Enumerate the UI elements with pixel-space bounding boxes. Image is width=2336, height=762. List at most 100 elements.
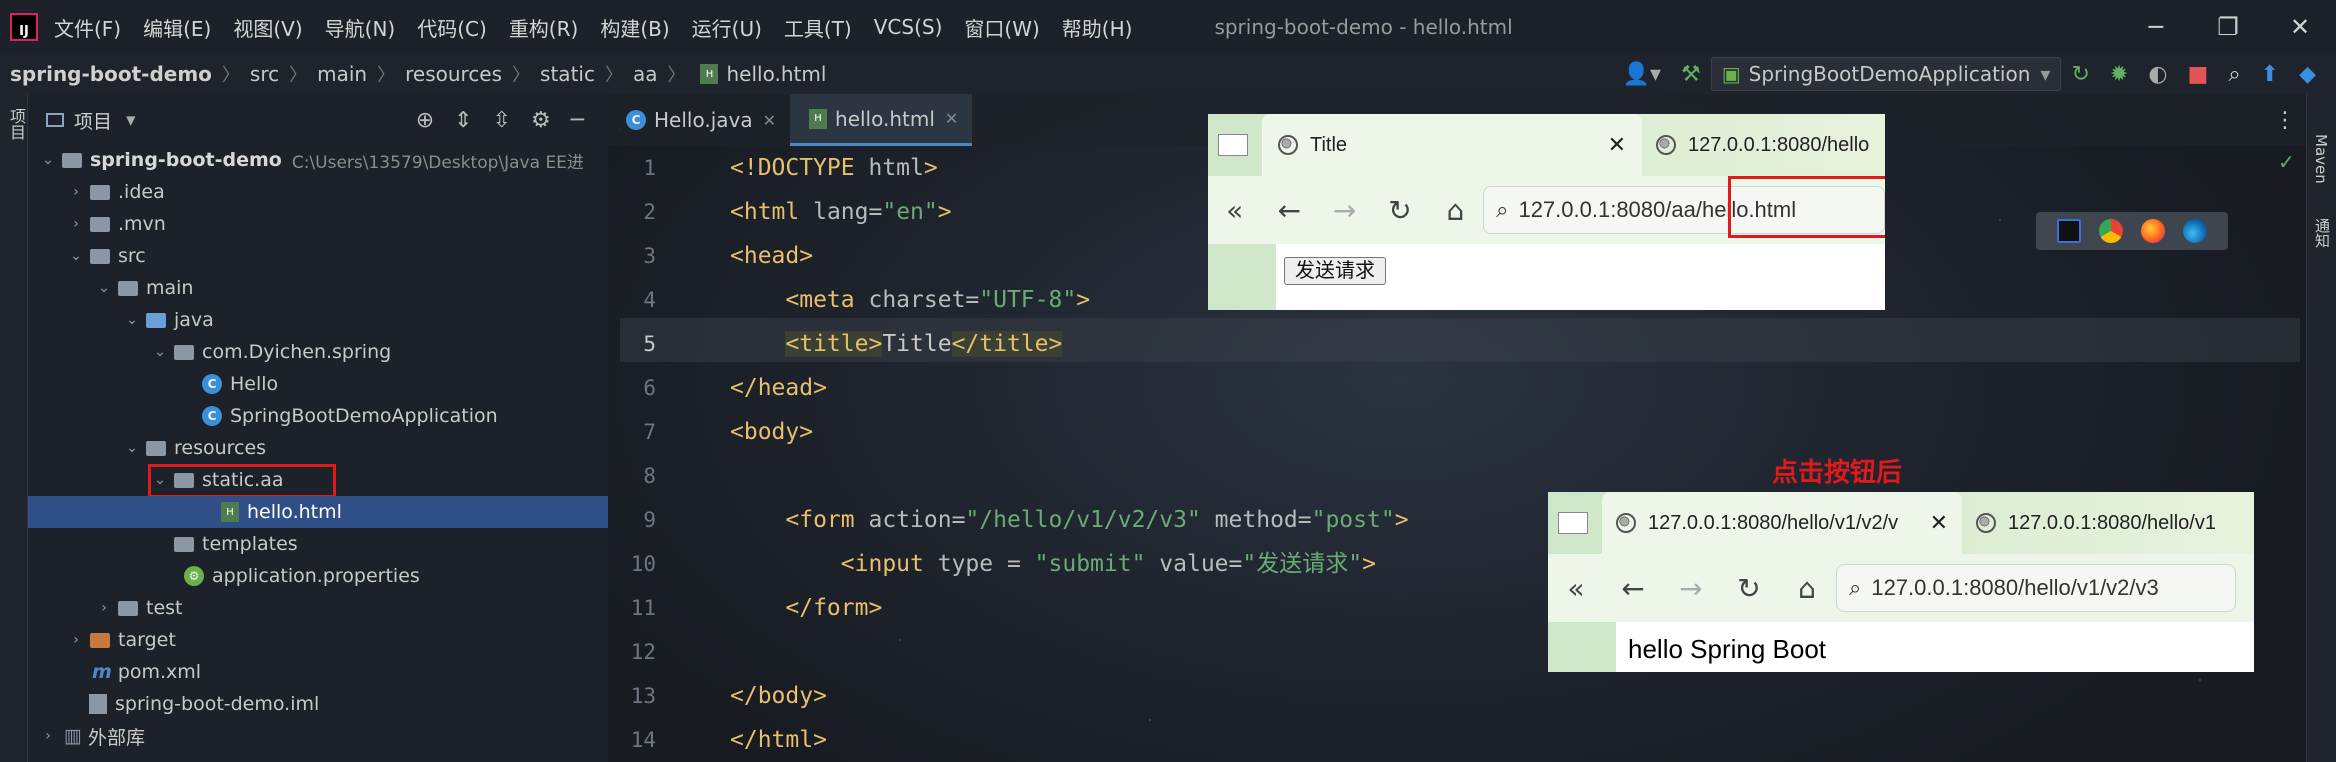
tree-item-package[interactable]: ⌄ com.Dyichen.spring xyxy=(28,336,608,368)
refresh-icon[interactable]: ↻ xyxy=(1720,572,1778,605)
collapse-sidebar-icon[interactable]: « xyxy=(1208,194,1262,227)
ide-logo-icon[interactable]: ◆ xyxy=(2299,62,2316,87)
chevron-right-icon[interactable]: › xyxy=(94,600,114,616)
chevron-down-icon[interactable]: ⌄ xyxy=(94,280,114,296)
breadcrumb-static[interactable]: static xyxy=(540,62,595,86)
project-tool-button[interactable]: 项目 xyxy=(4,108,28,140)
code-line[interactable]: </body> xyxy=(730,674,827,718)
browser-tab-other[interactable]: 127.0.0.1:8080/hello/v1 xyxy=(1962,492,2230,554)
menu-tools[interactable]: 工具(T) xyxy=(784,13,852,42)
menu-vcs[interactable]: VCS(S) xyxy=(874,15,943,39)
tree-item-target[interactable]: › target xyxy=(28,624,608,656)
rerun-icon[interactable]: ↻ xyxy=(2071,62,2089,87)
browser-tab-active[interactable]: Title ✕ xyxy=(1262,114,1642,176)
menu-view[interactable]: 视图(V) xyxy=(233,13,302,42)
menu-file[interactable]: 文件(F) xyxy=(54,13,121,42)
tree-item-idea[interactable]: › .idea xyxy=(28,176,608,208)
code-line[interactable]: <!DOCTYPE html> xyxy=(730,146,938,190)
tree-item-test[interactable]: › test xyxy=(28,592,608,624)
tree-item-java[interactable]: ⌄ java xyxy=(28,304,608,336)
tree-item-src[interactable]: ⌄ src xyxy=(28,240,608,272)
menu-edit[interactable]: 编辑(E) xyxy=(143,13,211,42)
browser-tab-active[interactable]: 127.0.0.1:8080/hello/v1/v2/v ✕ xyxy=(1602,492,1962,554)
code-line[interactable]: <input type = "submit" value="发送请求"> xyxy=(730,542,1376,586)
close-tab-icon[interactable]: ✕ xyxy=(945,109,958,128)
breadcrumb-file[interactable]: hello.html xyxy=(726,62,826,86)
locate-icon[interactable]: ⊕ xyxy=(416,108,434,133)
tree-item-app-properties[interactable]: ⚙ application.properties xyxy=(28,560,608,592)
menu-refactor[interactable]: 重构(R) xyxy=(509,13,579,42)
edge-icon[interactable] xyxy=(2183,219,2207,243)
code-line[interactable]: </html> xyxy=(730,718,827,762)
home-icon[interactable]: ⌂ xyxy=(1778,572,1836,605)
chevron-down-icon[interactable]: ⌄ xyxy=(122,312,142,328)
menu-code[interactable]: 代码(C) xyxy=(417,13,487,42)
close-tab-icon[interactable]: ✕ xyxy=(1608,132,1626,158)
back-icon[interactable]: ← xyxy=(1262,194,1317,227)
address-bar[interactable]: ⌕ 127.0.0.1:8080/hello/v1/v2/v3 xyxy=(1836,564,2236,612)
code-line[interactable]: <body> xyxy=(730,410,813,454)
chevron-right-icon[interactable]: › xyxy=(66,216,86,232)
update-icon[interactable]: ⬆ xyxy=(2261,62,2279,87)
minimize-icon[interactable]: ─ xyxy=(2120,13,2192,41)
breadcrumb-aa[interactable]: aa xyxy=(633,62,658,86)
close-tab-icon[interactable]: ✕ xyxy=(763,111,776,130)
menu-help[interactable]: 帮助(H) xyxy=(1062,13,1133,42)
chevron-right-icon[interactable]: › xyxy=(66,632,86,648)
refresh-icon[interactable]: ↻ xyxy=(1372,194,1427,227)
user-icon[interactable]: 👤▾ xyxy=(1623,62,1661,87)
collapse-all-icon[interactable]: ⇳ xyxy=(493,108,511,133)
intellij-browser-icon[interactable] xyxy=(2057,219,2081,243)
tree-item-hello-class[interactable]: C Hello xyxy=(28,368,608,400)
tree-item-app-class[interactable]: C SpringBootDemoApplication xyxy=(28,400,608,432)
breadcrumb-src[interactable]: src xyxy=(250,62,279,86)
code-line[interactable]: </head> xyxy=(730,366,827,410)
expand-all-icon[interactable]: ⇕ xyxy=(454,108,472,133)
send-request-button[interactable]: 发送请求 xyxy=(1284,257,1386,285)
tab-hello-html[interactable]: H hello.html ✕ xyxy=(790,94,973,146)
chevron-down-icon[interactable]: ⌄ xyxy=(38,152,58,168)
menu-navigate[interactable]: 导航(N) xyxy=(325,13,396,42)
project-panel-title[interactable]: 项目 xyxy=(74,107,112,134)
sidebar-toggle-icon[interactable] xyxy=(1218,134,1248,156)
close-tab-icon[interactable]: ✕ xyxy=(1930,510,1948,536)
restore-icon[interactable]: ❐ xyxy=(2192,13,2264,41)
tab-hello-java[interactable]: C Hello.java ✕ xyxy=(608,94,790,146)
notifications-tool-button[interactable]: 通知 xyxy=(2312,218,2333,248)
chevron-down-icon[interactable]: ⌄ xyxy=(150,344,170,360)
menu-window[interactable]: 窗口(W) xyxy=(964,13,1039,42)
home-icon[interactable]: ⌂ xyxy=(1428,194,1483,227)
menu-run[interactable]: 运行(U) xyxy=(692,13,762,42)
build-hammer-icon[interactable]: ⚒ xyxy=(1681,62,1701,87)
debug-icon[interactable]: ✹ xyxy=(2110,62,2128,87)
tree-item-pom[interactable]: m pom.xml xyxy=(28,656,608,688)
hide-panel-icon[interactable]: ─ xyxy=(571,108,584,133)
breadcrumb-main[interactable]: main xyxy=(317,62,367,86)
forward-icon[interactable]: → xyxy=(1317,194,1372,227)
chevron-right-icon[interactable]: › xyxy=(38,728,58,744)
breadcrumb-project[interactable]: spring-boot-demo xyxy=(10,62,212,86)
intellij-logo-icon[interactable]: IJ xyxy=(10,13,38,41)
tree-item-templates[interactable]: templates xyxy=(28,528,608,560)
maven-tool-button[interactable]: Maven xyxy=(2312,134,2330,184)
stop-icon[interactable]: ■ xyxy=(2188,62,2209,87)
run-configuration-dropdown[interactable]: ▣ SpringBootDemoApplication ▾ xyxy=(1710,57,2062,91)
forward-icon[interactable]: → xyxy=(1662,572,1720,605)
tree-item-iml[interactable]: spring-boot-demo.iml xyxy=(28,688,608,720)
chrome-icon[interactable] xyxy=(2099,219,2123,243)
code-line[interactable]: <head> xyxy=(730,234,813,278)
sidebar-toggle-icon[interactable] xyxy=(1558,512,1588,534)
code-line[interactable]: <form action="/hello/v1/v2/v3" method="p… xyxy=(730,498,1408,542)
menu-build[interactable]: 构建(B) xyxy=(600,13,669,42)
tree-item-resources[interactable]: ⌄ resources xyxy=(28,432,608,464)
close-window-icon[interactable]: ✕ xyxy=(2264,13,2336,41)
tree-item-mvn[interactable]: › .mvn xyxy=(28,208,608,240)
chevron-down-icon[interactable]: ⌄ xyxy=(66,248,86,264)
tree-item-project-root[interactable]: ⌄ spring-boot-demo C:\Users\13579\Deskto… xyxy=(28,144,608,176)
chevron-down-icon[interactable]: ⌄ xyxy=(122,440,142,456)
code-line[interactable]: <title>Title</title> xyxy=(730,322,1063,366)
coverage-icon[interactable]: ◐ xyxy=(2148,62,2167,87)
code-line[interactable]: </form> xyxy=(730,586,882,630)
tree-item-hello-html[interactable]: H hello.html xyxy=(28,496,608,528)
chevron-right-icon[interactable]: › xyxy=(66,184,86,200)
